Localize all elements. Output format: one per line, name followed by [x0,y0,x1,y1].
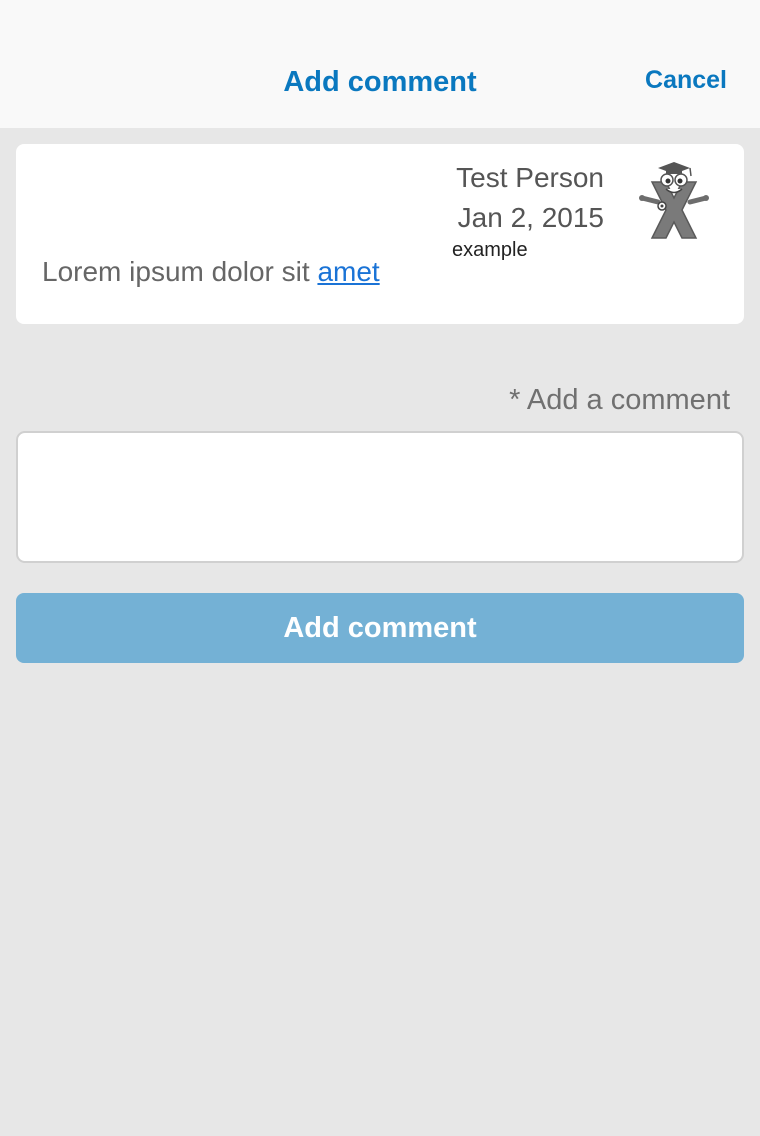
cancel-button[interactable]: Cancel [645,66,727,95]
avatar [639,162,709,239]
comment-author-name: Test Person [456,162,604,193]
comment-input[interactable] [16,431,744,563]
add-comment-button[interactable]: Add comment [16,593,744,663]
comment-card: Test Person Jan 2, 2015 example Lorem ip… [16,144,744,324]
navigation-header: Add comment Cancel [0,0,760,128]
comment-body-link[interactable]: amet [317,256,379,287]
graduate-x-mascot-icon [639,162,709,239]
comment-field-label: * Add a comment [509,384,730,416]
comment-author-role: example [452,239,528,261]
comment-body: Lorem ipsum dolor sit amet [42,256,380,288]
comment-date: Jan 2, 2015 [457,202,604,233]
comment-body-text: Lorem ipsum dolor sit [42,256,318,287]
